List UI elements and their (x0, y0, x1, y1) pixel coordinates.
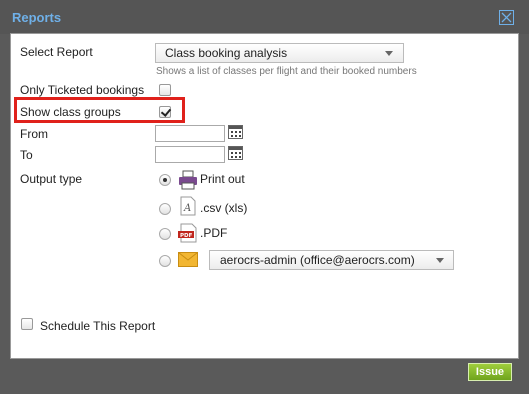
to-date-input[interactable] (155, 146, 225, 163)
output-print-label: Print out (200, 172, 245, 186)
output-type-label: Output type (20, 172, 83, 186)
dialog-panel (10, 33, 519, 359)
chevron-down-icon (436, 258, 444, 263)
pdf-file-icon: PDF (177, 223, 199, 248)
calendar-icon[interactable] (228, 146, 243, 160)
only-ticketed-label: Only Ticketed bookings (20, 83, 145, 97)
chevron-down-icon (385, 51, 393, 56)
show-class-groups-checkbox[interactable] (159, 106, 171, 118)
email-envelope-icon (178, 252, 198, 272)
output-print-radio[interactable] (159, 174, 171, 186)
schedule-checkbox[interactable] (21, 318, 33, 330)
email-recipient-value: aerocrs-admin (office@aerocrs.com) (220, 253, 415, 267)
printer-icon (178, 170, 198, 195)
svg-text:A: A (183, 203, 191, 214)
to-label: To (20, 148, 33, 162)
reports-dialog: Reports Select Report Class booking anal… (0, 0, 529, 394)
csv-file-icon: A (180, 196, 196, 221)
output-csv-label: .csv (xls) (200, 201, 248, 215)
email-recipient-dropdown[interactable]: aerocrs-admin (office@aerocrs.com) (209, 250, 454, 270)
issue-button[interactable]: Issue (468, 363, 512, 381)
only-ticketed-checkbox[interactable] (159, 84, 171, 96)
output-csv-radio[interactable] (159, 203, 171, 215)
calendar-icon[interactable] (228, 125, 243, 139)
output-pdf-label: .PDF (200, 226, 228, 240)
show-class-groups-label: Show class groups (20, 105, 121, 119)
select-report-value: Class booking analysis (165, 46, 288, 60)
svg-text:PDF: PDF (180, 233, 193, 239)
dialog-titlebar: Reports (0, 0, 529, 34)
close-icon[interactable] (499, 10, 514, 25)
select-report-dropdown[interactable]: Class booking analysis (155, 43, 404, 63)
from-label: From (20, 127, 48, 141)
output-pdf-radio[interactable] (159, 228, 171, 240)
select-report-label: Select Report (20, 45, 93, 59)
select-report-hint: Shows a list of classes per flight and t… (156, 66, 417, 77)
schedule-label: Schedule This Report (40, 319, 156, 333)
output-email-radio[interactable] (159, 255, 171, 267)
from-date-input[interactable] (155, 125, 225, 142)
dialog-title: Reports (12, 10, 62, 25)
